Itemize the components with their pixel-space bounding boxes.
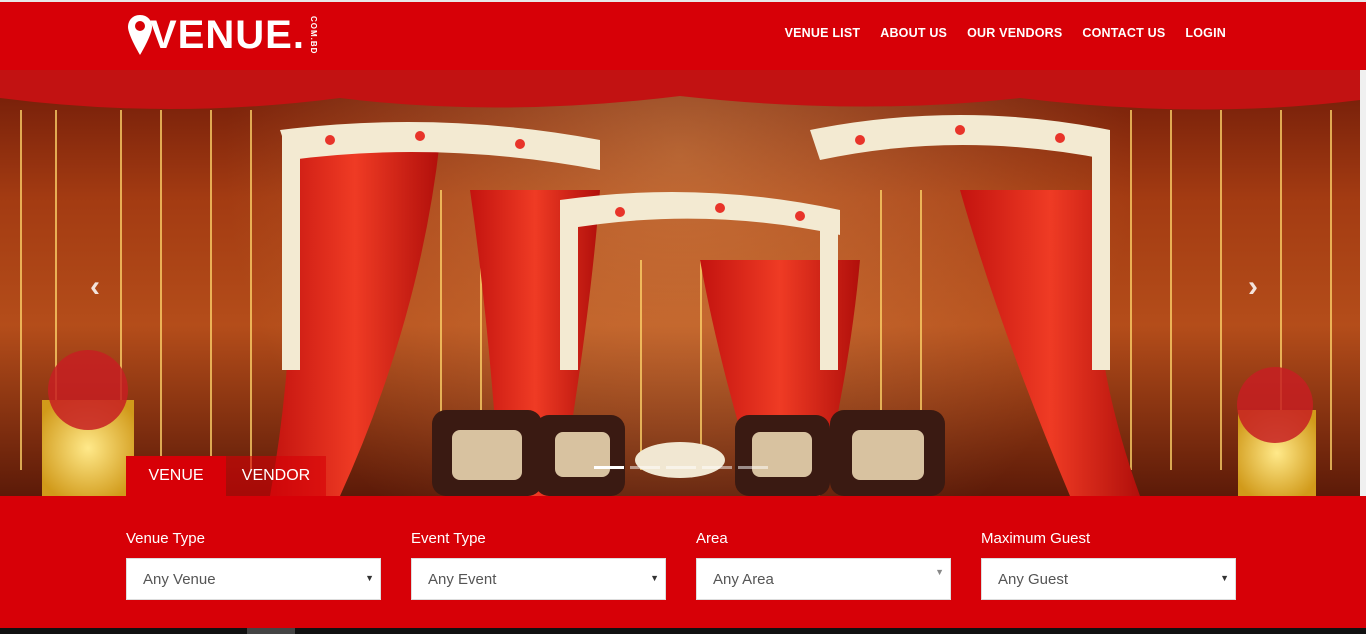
carousel-indicator[interactable] bbox=[594, 466, 624, 469]
caret-down-icon: ▼ bbox=[935, 567, 944, 577]
hero-image bbox=[0, 70, 1360, 496]
logo-text: VENUE. bbox=[150, 13, 305, 57]
caret-down-icon: ▼ bbox=[1220, 573, 1229, 583]
carousel-indicator[interactable] bbox=[738, 466, 768, 469]
main-nav: VENUE LIST ABOUT US OUR VENDORS CONTACT … bbox=[785, 26, 1226, 40]
carousel-indicators bbox=[594, 466, 768, 469]
search-form: Venue Type Any Venue ▼ Event Type Any Ev… bbox=[0, 496, 1366, 628]
venue-type-label: Venue Type bbox=[126, 530, 205, 547]
nav-contact-us[interactable]: CONTACT US bbox=[1082, 26, 1165, 40]
search-tabs: VENUE VENDOR bbox=[126, 456, 326, 496]
event-type-select[interactable]: Any Event ▼ bbox=[411, 558, 666, 600]
maximum-guest-label: Maximum Guest bbox=[981, 530, 1091, 547]
site-header: VENUE. COM.BD VENUE LIST ABOUT US OUR VE… bbox=[0, 0, 1366, 70]
caret-down-icon: ▼ bbox=[650, 573, 659, 583]
venue-type-value: Any Venue bbox=[143, 570, 216, 588]
page: VENUE. COM.BD VENUE LIST ABOUT US OUR VE… bbox=[0, 0, 1366, 634]
bottom-strip bbox=[0, 628, 1366, 634]
chevron-right-icon[interactable]: › bbox=[1248, 270, 1258, 304]
carousel-indicator[interactable] bbox=[630, 466, 660, 469]
site-logo[interactable]: VENUE. COM.BD bbox=[126, 9, 318, 61]
hero-carousel: ‹ › VENUE VENDOR bbox=[0, 70, 1360, 496]
tab-venue[interactable]: VENUE bbox=[126, 456, 226, 496]
carousel-indicator[interactable] bbox=[666, 466, 696, 469]
scrollbar[interactable] bbox=[1360, 70, 1366, 496]
event-type-field: Event Type Any Event ▼ bbox=[411, 530, 666, 600]
nav-venue-list[interactable]: VENUE LIST bbox=[785, 26, 861, 40]
logo-subtext: COM.BD bbox=[308, 15, 318, 55]
carousel-indicator[interactable] bbox=[702, 466, 732, 469]
nav-our-vendors[interactable]: OUR VENDORS bbox=[967, 26, 1062, 40]
caret-down-icon: ▼ bbox=[365, 573, 374, 583]
maximum-guest-select[interactable]: Any Guest ▼ bbox=[981, 558, 1236, 600]
maximum-guest-field: Maximum Guest Any Guest ▼ bbox=[981, 530, 1236, 600]
location-pin-icon bbox=[128, 15, 152, 55]
area-value: Any Area bbox=[713, 570, 774, 588]
nav-login[interactable]: LOGIN bbox=[1185, 26, 1226, 40]
tab-vendor[interactable]: VENDOR bbox=[226, 456, 326, 496]
nav-about-us[interactable]: ABOUT US bbox=[880, 26, 947, 40]
venue-type-select[interactable]: Any Venue ▼ bbox=[126, 558, 381, 600]
bottom-tab bbox=[247, 628, 295, 634]
event-type-label: Event Type bbox=[411, 530, 486, 547]
venue-type-field: Venue Type Any Venue ▼ bbox=[126, 530, 381, 600]
event-type-value: Any Event bbox=[428, 570, 497, 588]
maximum-guest-value: Any Guest bbox=[998, 570, 1069, 588]
area-label: Area bbox=[696, 530, 728, 547]
area-field: Area Any Area ▼ bbox=[696, 530, 951, 600]
area-select[interactable]: Any Area ▼ bbox=[696, 558, 951, 600]
chevron-left-icon[interactable]: ‹ bbox=[90, 270, 100, 304]
